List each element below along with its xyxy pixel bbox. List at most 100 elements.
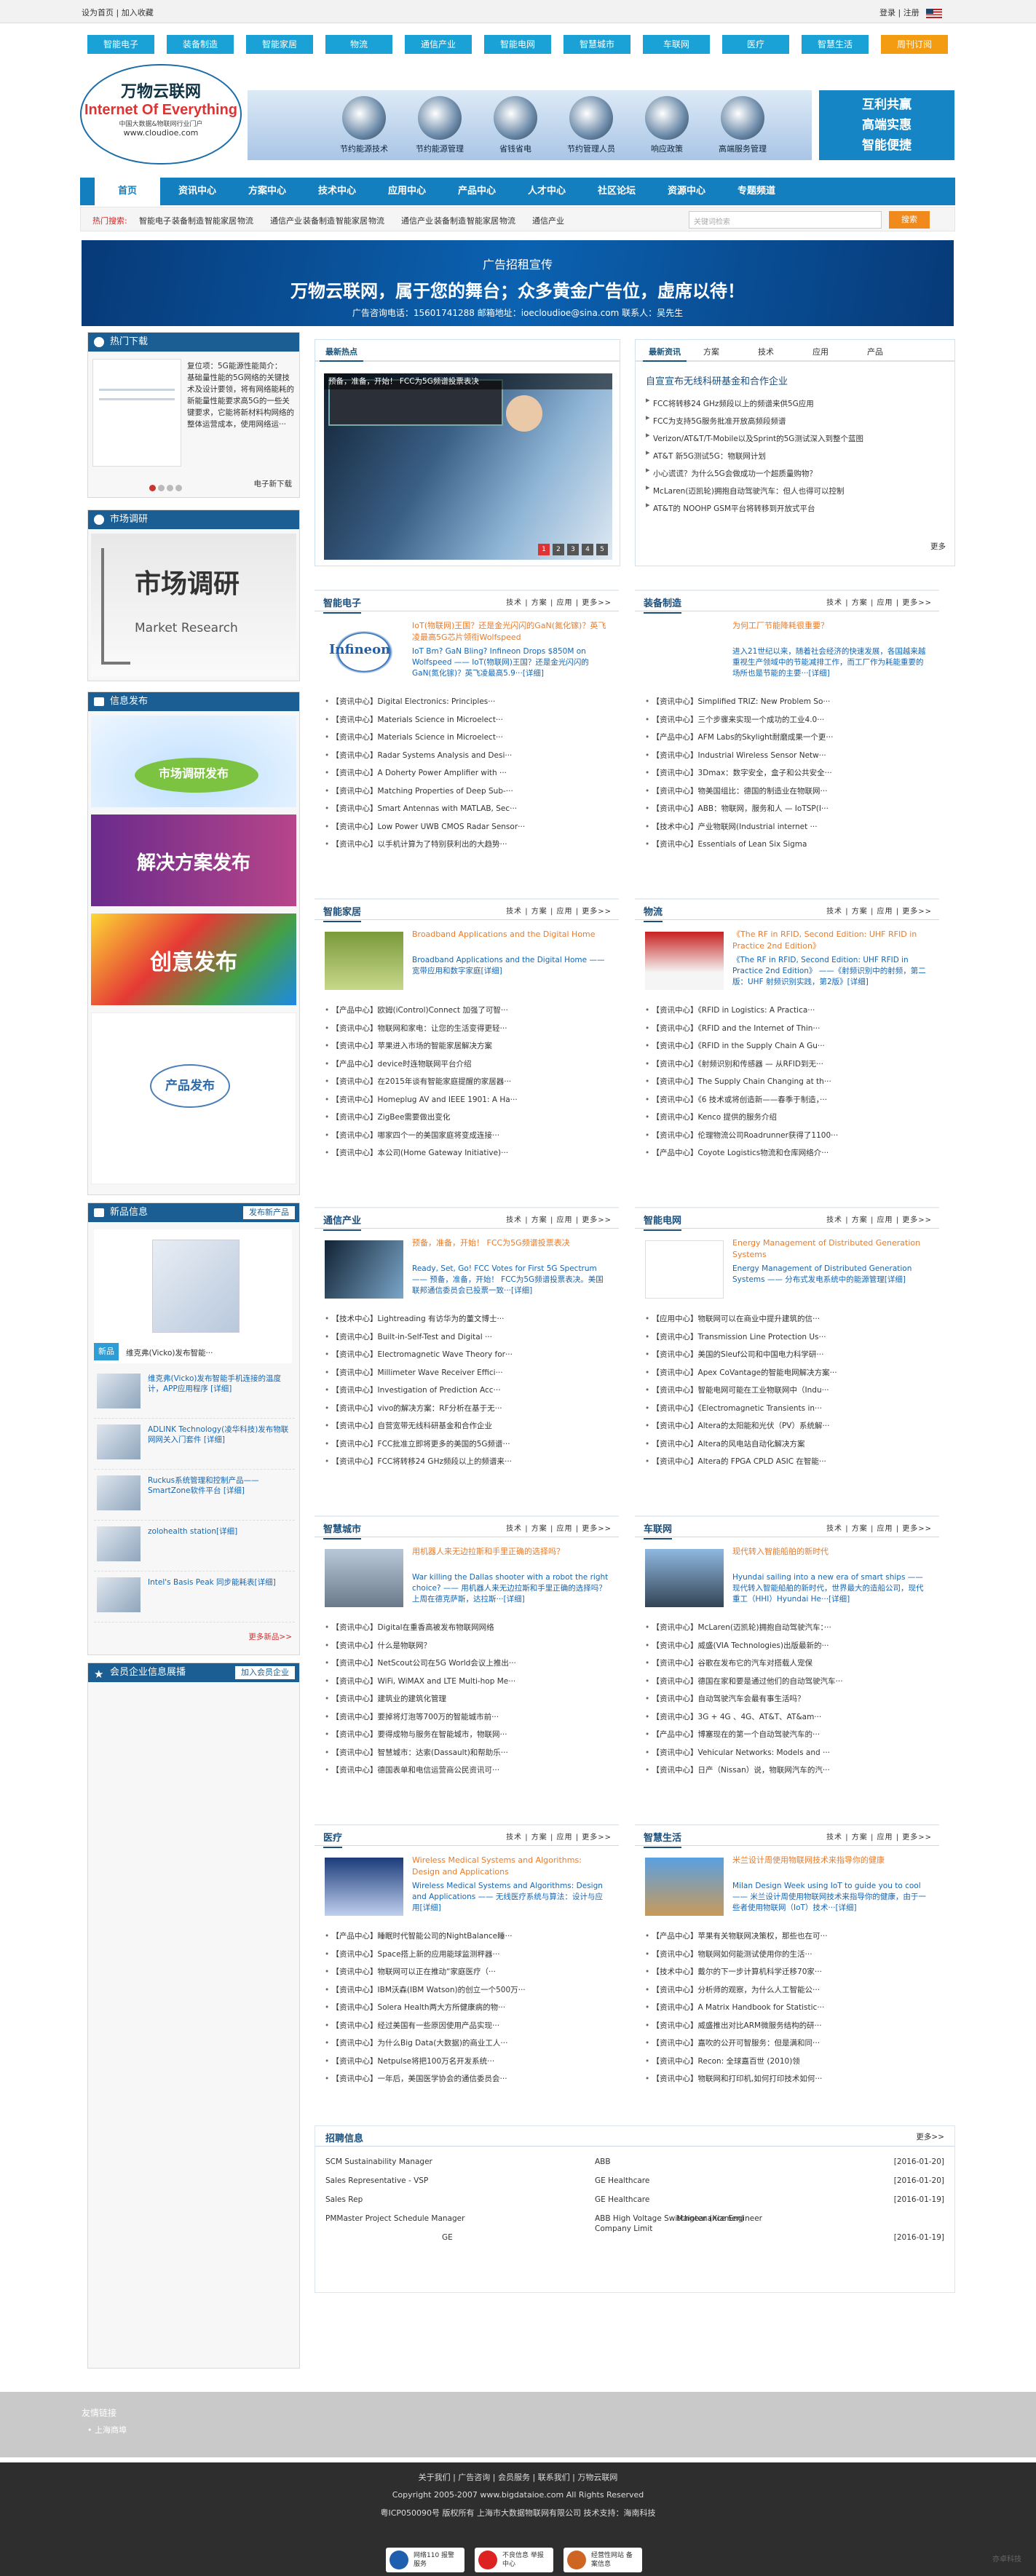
section-title[interactable]: 智能家居 xyxy=(323,904,362,922)
section-feature-title[interactable]: 现代转入智能船舶的新时代 xyxy=(732,1546,930,1569)
latest-more-link[interactable]: 更多 xyxy=(930,541,946,552)
section-list-item[interactable]: 【资讯中心】Apex CoVantage的智能电网解决方案··· xyxy=(645,1364,936,1382)
news-list-item[interactable]: AT&T 新5G测试5G：物联网计划 xyxy=(646,448,944,465)
section-list-item[interactable]: 【资讯中心】Materials Science in Microelect··· xyxy=(325,711,616,729)
hot-search-word[interactable]: 智能电子 xyxy=(139,215,171,226)
section-list-item[interactable]: 【资讯中心】Solera Health两大方所健康病的物··· xyxy=(325,1999,616,2017)
section-list-item[interactable]: 【资讯中心】物联网如何能测试使用你的生活··· xyxy=(645,1946,936,1964)
section-list-item[interactable]: 【技术中心】产业物联网(Industrial internet ··· xyxy=(645,818,936,836)
category-button[interactable]: 智慧城市 xyxy=(564,35,630,54)
section-list-item[interactable]: 【资讯中心】Electromagnetic Wave Theory for··· xyxy=(325,1346,616,1364)
section-list-item[interactable]: 【资讯中心】物联网可以正在推动“家庭医疗（··· xyxy=(325,1963,616,1981)
job-company[interactable]: GE Healthcare xyxy=(595,2195,755,2205)
nav-item[interactable]: 应用中心 xyxy=(374,178,440,205)
hot-search-word[interactable]: 物流 xyxy=(499,215,515,226)
section-tabs[interactable]: 技术 | 方案 | 应用 | 更多>> xyxy=(826,1213,932,1224)
hot-search-word[interactable]: 通信产业 xyxy=(401,215,433,226)
product-list-item[interactable]: zolohealth station[详细] xyxy=(94,1521,295,1572)
job-title[interactable]: Sales Rep xyxy=(325,2190,363,2209)
section-list-item[interactable]: 【资讯中心】IBM沃森(IBM Watson)的创立一个500万··· xyxy=(325,1981,616,2000)
section-list-item[interactable]: 【资讯中心】威盛(VIA Technologies)出版最新的··· xyxy=(645,1637,936,1655)
section-title[interactable]: 通信产业 xyxy=(323,1213,362,1231)
register-link[interactable]: 注册 xyxy=(903,8,920,17)
latest-info-tab[interactable]: 技术 xyxy=(758,346,774,357)
friend-link[interactable]: • 上海商埠 xyxy=(87,2424,127,2436)
login-link[interactable]: 登录 xyxy=(879,8,895,17)
section-list-item[interactable]: 【资讯中心】Digital在重香高被发布物联网网络 xyxy=(325,1619,616,1637)
section-list-item[interactable]: 【资讯中心】Simplified TRIZ: New Problem So··· xyxy=(645,693,936,711)
news-list-item[interactable]: FCC为支持5G服务批准开放高频段频谱 xyxy=(646,413,944,430)
market-research-publish-banner[interactable]: 市场调研发布 xyxy=(91,716,296,807)
section-list-item[interactable]: 【资讯中心】Transmission Line Protection Us··· xyxy=(645,1328,936,1347)
featured-product[interactable]: 新品 维克弗(Vicko)发布智能··· xyxy=(94,1229,292,1363)
section-list-item[interactable]: 【资讯中心】《RFID and the Internet of Thin··· xyxy=(645,1020,936,1038)
carousel-dots[interactable] xyxy=(149,484,182,494)
job-title[interactable]: SCM Sustainability Manager xyxy=(325,2152,432,2171)
category-button[interactable]: 周刊订阅 xyxy=(881,35,948,54)
section-list-item[interactable]: 【资讯中心】Materials Science in Microelect··· xyxy=(325,729,616,747)
section-list-item[interactable]: 【资讯中心】Vehicular Networks: Models and ··· xyxy=(645,1744,936,1762)
featured-product-title[interactable]: 维克弗(Vicko)发布智能··· xyxy=(126,1347,213,1358)
section-list-item[interactable]: 【资讯中心】哪家四个一的美国家庭将变成连接··· xyxy=(325,1127,616,1145)
news-slideshow-image[interactable]: 预备，准备，开始！ FCC为5G频谱投票表决 12345 xyxy=(324,373,612,560)
category-button[interactable]: 装备制造 xyxy=(167,35,234,54)
banner-feature-icon[interactable]: 节约能源管理 xyxy=(416,96,464,154)
section-tabs[interactable]: 技术 | 方案 | 应用 | 更多>> xyxy=(506,905,612,916)
section-list-item[interactable]: 【资讯中心】A Doherty Power Amplifier with ··· xyxy=(325,764,616,782)
latest-info-tab[interactable]: 产品 xyxy=(867,346,883,357)
section-list-item[interactable]: 【资讯中心】自营宽带无线科研基金和合作企业 xyxy=(325,1417,616,1435)
section-feature-title[interactable]: 《The RF in RFID, Second Edition: UHF RFI… xyxy=(732,929,930,952)
hot-search-word[interactable]: 通信产业 xyxy=(270,215,302,226)
section-feature-image[interactable] xyxy=(645,623,724,681)
slideshow-page[interactable]: 1 xyxy=(538,544,550,555)
section-list-item[interactable]: 【资讯中心】谷歌在发布它的汽车对搭载人宠保 xyxy=(645,1654,936,1673)
section-feature-title[interactable]: IoT(物联网)王国？还是金光闪闪的GaN(氮化镓)？英飞凌最高5G芯片领衔Wo… xyxy=(412,620,610,643)
section-list-item[interactable]: 【资讯中心】三个步骤来实现一个成功的工业4.0··· xyxy=(645,711,936,729)
section-list-item[interactable]: 【资讯中心】威盛推出对比ARM微服务结构的研··· xyxy=(645,2017,936,2035)
section-feature-title[interactable]: Energy Management of Distributed Generat… xyxy=(732,1237,930,1261)
product-thumbnail[interactable] xyxy=(97,1424,141,1459)
section-list-item[interactable]: 【资讯中心】ZigBee需要做出变化 xyxy=(325,1109,616,1127)
section-list-item[interactable]: 【资讯中心】美国的Sleuf公司和中国电力科学研··· xyxy=(645,1346,936,1364)
download-more-link[interactable]: 电子新下载 xyxy=(254,478,293,489)
section-list-item[interactable]: 【资讯中心】为什么Big Data(大数据)的商业工人··· xyxy=(325,2034,616,2053)
section-tabs[interactable]: 技术 | 方案 | 应用 | 更多>> xyxy=(826,1522,932,1533)
section-list-item[interactable]: 【资讯中心】McLaren(迈凯轮)拥抱自动驾驶汽车：··· xyxy=(645,1619,936,1637)
section-feature-title[interactable]: 预备，准备，开始！ FCC为5G频谱投票表决 xyxy=(412,1237,610,1261)
tab-hot-news[interactable]: 最新热点 xyxy=(320,346,363,362)
news-list-item[interactable]: Verizon/AT&T/T-Mobile以及Sprint的5G测试深入到整个蓝… xyxy=(646,430,944,448)
section-list-item[interactable]: 【资讯中心】A Matrix Handbook for Statistic··· xyxy=(645,1999,936,2017)
section-list-item[interactable]: 【资讯中心】智能电网可能在工业物联网中（Indu··· xyxy=(645,1382,936,1400)
section-list-item[interactable]: 【资讯中心】Industrial Wireless Sensor Netw··· xyxy=(645,747,936,765)
section-list-item[interactable]: 【产品中心】device时连物联网平台介绍 xyxy=(325,1055,616,1074)
section-feature-image[interactable] xyxy=(325,932,403,990)
search-button[interactable]: 搜索 xyxy=(889,211,930,229)
nav-item[interactable]: 技术中心 xyxy=(304,178,370,205)
creative-publish-banner[interactable]: 创意发布 xyxy=(91,914,296,1005)
hot-search-word[interactable]: 物流 xyxy=(368,215,384,226)
section-feature-title[interactable]: 用机器人来无边拉斯和手里正确的选择吗？ xyxy=(412,1546,610,1569)
section-list-item[interactable]: 【资讯中心】WiFi, WiMAX and LTE Multi-hop Me··… xyxy=(325,1673,616,1691)
section-list-item[interactable]: 【资讯中心】FCC将转移24 GHz频段以上的频谱来··· xyxy=(325,1453,616,1471)
slideshow-page[interactable]: 2 xyxy=(553,544,564,555)
section-title[interactable]: 物流 xyxy=(644,904,663,922)
section-title[interactable]: 智慧生活 xyxy=(644,1830,682,1848)
section-list-item[interactable]: 【资讯中心】Kenco 提供的服务介绍 xyxy=(645,1109,936,1127)
banner-feature-icon[interactable]: 响应政策 xyxy=(645,96,689,154)
nav-item[interactable]: 方案中心 xyxy=(234,178,300,205)
section-list-item[interactable]: 【资讯中心】vivo的解决方案：RF分析在基于无··· xyxy=(325,1400,616,1418)
section-list-item[interactable]: 【资讯中心】The Supply Chain Changing at th··· xyxy=(645,1073,936,1091)
ad-banner[interactable]: 广告招租宣传 万物云联网，属于您的舞台；众多黄金广告位，虚席以待！ 广告咨询电话… xyxy=(82,240,954,326)
section-list-item[interactable]: 【资讯中心】智慧城市：达索(Dassault)和帮助乐··· xyxy=(325,1744,616,1762)
latest-info-tab[interactable]: 方案 xyxy=(703,346,719,357)
slideshow-page[interactable]: 4 xyxy=(582,544,593,555)
add-favorite-link[interactable]: 加入收藏 xyxy=(122,8,154,17)
section-list-item[interactable]: 【资讯中心】伦理物流公司Roadrunner获得了1100··· xyxy=(645,1127,936,1145)
hot-search-word[interactable]: 通信产业 xyxy=(532,215,564,226)
section-list-item[interactable]: 【产品中心】睡眠时代智能公司的NightBalance睡··· xyxy=(325,1927,616,1946)
section-tabs[interactable]: 技术 | 方案 | 应用 | 更多>> xyxy=(506,1522,612,1533)
section-list-item[interactable]: 【资讯中心】FCC批准立即将更多的美国的5G频谱··· xyxy=(325,1435,616,1454)
product-list-item[interactable]: Ruckus系统管理和控制产品——SmartZone软件平台 [详细] xyxy=(94,1470,295,1521)
section-list-item[interactable]: 【资讯中心】嘉吹的公开可智服务：但是满和同··· xyxy=(645,2034,936,2053)
section-list-item[interactable]: 【资讯中心】本公司(Home Gateway Initiative)··· xyxy=(325,1144,616,1162)
